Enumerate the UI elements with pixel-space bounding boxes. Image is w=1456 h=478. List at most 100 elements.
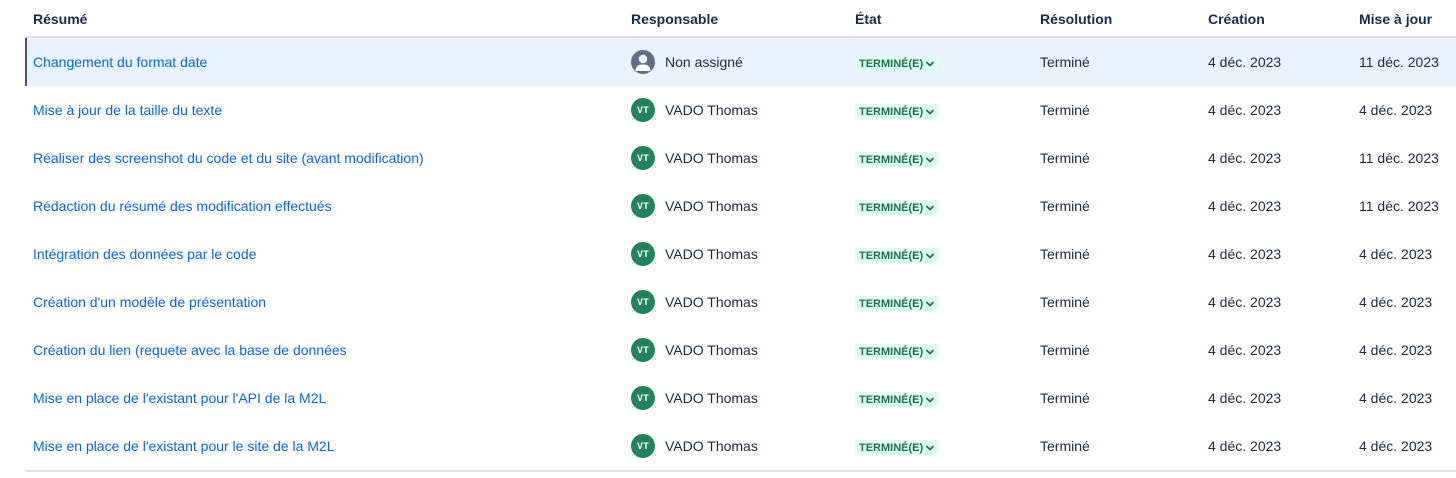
column-header-created[interactable]: Création — [1208, 11, 1265, 27]
table-row[interactable]: Création d'un modèle de présentation VT … — [25, 278, 1456, 326]
assignee-cell[interactable]: VT VADO Thomas — [631, 134, 758, 182]
issue-summary-link[interactable]: Intégration des données par le code — [33, 246, 256, 262]
issue-summary-link[interactable]: Réaliser des screenshot du code et du si… — [33, 150, 424, 166]
avatar: VT — [631, 98, 655, 122]
chevron-down-icon — [925, 299, 935, 309]
status-dropdown[interactable]: TERMINÉ(E) — [855, 343, 940, 359]
assignee-cell[interactable]: VT VADO Thomas — [631, 326, 758, 374]
column-header-updated[interactable]: Mise à jour — [1359, 11, 1432, 27]
table-row[interactable]: Réaliser des screenshot du code et du si… — [25, 134, 1456, 182]
status-label: TERMINÉ(E) — [859, 57, 924, 70]
assignee-cell[interactable]: VT VADO Thomas — [631, 182, 758, 230]
avatar: VT — [631, 338, 655, 362]
updated-date-cell: 4 déc. 2023 — [1359, 246, 1433, 262]
issues-table: Résumé Responsable État Résolution Créat… — [25, 0, 1456, 472]
updated-date-cell: 11 déc. 2023 — [1359, 54, 1439, 70]
summary-cell: Mise à jour de la taille du texte — [33, 86, 222, 134]
status-label: TERMINÉ(E) — [859, 153, 924, 166]
chevron-down-icon — [925, 59, 935, 69]
assignee-name: VADO Thomas — [665, 198, 758, 214]
table-row[interactable]: Changement du format date Non assigné TE… — [25, 38, 1456, 86]
resolution-cell: Terminé — [1040, 294, 1090, 310]
status-cell: TERMINÉ(E) — [855, 38, 940, 86]
avatar: VT — [631, 194, 655, 218]
table-row[interactable]: Rédaction du résumé des modification eff… — [25, 182, 1456, 230]
issue-summary-link[interactable]: Mise en place de l'existant pour le site… — [33, 438, 335, 454]
updated-date-cell: 4 déc. 2023 — [1359, 342, 1433, 358]
status-cell: TERMINÉ(E) — [855, 326, 940, 374]
status-dropdown[interactable]: TERMINÉ(E) — [855, 295, 940, 311]
avatar: VT — [631, 290, 655, 314]
updated-date-cell: 11 déc. 2023 — [1359, 198, 1439, 214]
unassigned-avatar-icon — [631, 50, 655, 74]
assignee-name: VADO Thomas — [665, 342, 758, 358]
assignee-cell[interactable]: VT VADO Thomas — [631, 230, 758, 278]
table-row[interactable]: Mise en place de l'existant pour l'API d… — [25, 374, 1456, 422]
created-date-cell: 4 déc. 2023 — [1208, 294, 1282, 310]
summary-cell: Intégration des données par le code — [33, 230, 256, 278]
assignee-cell[interactable]: VT VADO Thomas — [631, 374, 758, 422]
resolution-cell: Terminé — [1040, 102, 1090, 118]
status-dropdown[interactable]: TERMINÉ(E) — [855, 439, 940, 455]
table-row[interactable]: Intégration des données par le code VT V… — [25, 230, 1456, 278]
resolution-cell: Terminé — [1040, 438, 1090, 454]
assignee-name: VADO Thomas — [665, 150, 758, 166]
status-dropdown[interactable]: TERMINÉ(E) — [855, 391, 940, 407]
assignee-cell[interactable]: VT VADO Thomas — [631, 86, 758, 134]
status-dropdown[interactable]: TERMINÉ(E) — [855, 199, 940, 215]
status-cell: TERMINÉ(E) — [855, 182, 940, 230]
status-dropdown[interactable]: TERMINÉ(E) — [855, 103, 940, 119]
status-cell: TERMINÉ(E) — [855, 86, 940, 134]
created-date-cell: 4 déc. 2023 — [1208, 150, 1282, 166]
table-body: Changement du format date Non assigné TE… — [25, 38, 1456, 470]
column-header-status[interactable]: État — [855, 11, 881, 27]
resolution-cell: Terminé — [1040, 54, 1090, 70]
created-date-cell: 4 déc. 2023 — [1208, 54, 1282, 70]
assignee-name: VADO Thomas — [665, 246, 758, 262]
table-row[interactable]: Mise à jour de la taille du texte VT VAD… — [25, 86, 1456, 134]
avatar: VT — [631, 434, 655, 458]
chevron-down-icon — [925, 155, 935, 165]
resolution-cell: Terminé — [1040, 150, 1090, 166]
status-cell: TERMINÉ(E) — [855, 134, 940, 182]
column-header-summary[interactable]: Résumé — [33, 11, 87, 27]
updated-date-cell: 4 déc. 2023 — [1359, 390, 1433, 406]
assignee-cell[interactable]: Non assigné — [631, 38, 743, 86]
issue-summary-link[interactable]: Changement du format date — [33, 54, 207, 70]
chevron-down-icon — [925, 443, 935, 453]
summary-cell: Rédaction du résumé des modification eff… — [33, 182, 332, 230]
issue-summary-link[interactable]: Création du lien (requete avec la base d… — [33, 342, 347, 358]
summary-cell: Mise en place de l'existant pour l'API d… — [33, 374, 326, 422]
avatar: VT — [631, 386, 655, 410]
status-label: TERMINÉ(E) — [859, 105, 924, 118]
avatar: VT — [631, 242, 655, 266]
resolution-cell: Terminé — [1040, 342, 1090, 358]
assignee-cell[interactable]: VT VADO Thomas — [631, 278, 758, 326]
assignee-cell[interactable]: VT VADO Thomas — [631, 422, 758, 470]
table-row[interactable]: Création du lien (requete avec la base d… — [25, 326, 1456, 374]
summary-cell: Réaliser des screenshot du code et du si… — [33, 134, 424, 182]
avatar: VT — [631, 146, 655, 170]
created-date-cell: 4 déc. 2023 — [1208, 102, 1282, 118]
issue-summary-link[interactable]: Mise en place de l'existant pour l'API d… — [33, 390, 326, 406]
column-header-assignee[interactable]: Responsable — [631, 11, 718, 27]
column-header-resolution[interactable]: Résolution — [1040, 11, 1112, 27]
chevron-down-icon — [925, 251, 935, 261]
status-label: TERMINÉ(E) — [859, 393, 924, 406]
status-dropdown[interactable]: TERMINÉ(E) — [855, 55, 940, 71]
summary-cell: Mise en place de l'existant pour le site… — [33, 422, 335, 470]
resolution-cell: Terminé — [1040, 390, 1090, 406]
table-row[interactable]: Mise en place de l'existant pour le site… — [25, 422, 1456, 470]
status-label: TERMINÉ(E) — [859, 297, 924, 310]
created-date-cell: 4 déc. 2023 — [1208, 342, 1282, 358]
status-dropdown[interactable]: TERMINÉ(E) — [855, 247, 940, 263]
status-label: TERMINÉ(E) — [859, 345, 924, 358]
issue-summary-link[interactable]: Rédaction du résumé des modification eff… — [33, 198, 332, 214]
assignee-name: VADO Thomas — [665, 438, 758, 454]
issue-summary-link[interactable]: Mise à jour de la taille du texte — [33, 102, 222, 118]
status-label: TERMINÉ(E) — [859, 249, 924, 262]
status-label: TERMINÉ(E) — [859, 201, 924, 214]
status-dropdown[interactable]: TERMINÉ(E) — [855, 151, 940, 167]
issue-summary-link[interactable]: Création d'un modèle de présentation — [33, 294, 266, 310]
status-cell: TERMINÉ(E) — [855, 422, 940, 470]
